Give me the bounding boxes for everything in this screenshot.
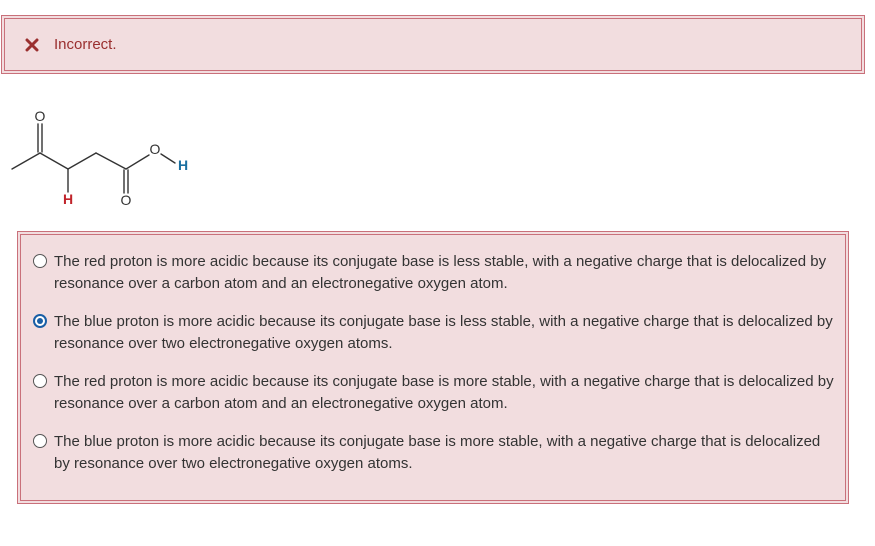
- answer-option-3[interactable]: The red proton is more acidic because it…: [33, 371, 837, 415]
- feedback-banner-inner: Incorrect.: [4, 18, 862, 71]
- answer-option-1[interactable]: The red proton is more acidic because it…: [33, 251, 837, 295]
- radio-button[interactable]: [33, 434, 47, 448]
- feedback-status-text: Incorrect.: [54, 36, 117, 53]
- answer-option-2[interactable]: The blue proton is more acidic because i…: [33, 311, 837, 355]
- blue-proton-label: H: [178, 157, 188, 173]
- radio-button[interactable]: [33, 254, 47, 268]
- answer-option-label: The blue proton is more acidic because i…: [54, 313, 833, 352]
- radio-button[interactable]: [33, 374, 47, 388]
- x-mark-icon: [24, 37, 40, 53]
- answer-option-label: The red proton is more acidic because it…: [54, 373, 834, 412]
- answer-options-inner: The red proton is more acidic because it…: [20, 234, 846, 501]
- answer-option-label: The blue proton is more acidic because i…: [54, 433, 821, 472]
- answer-option-label: The red proton is more acidic because it…: [54, 253, 827, 292]
- feedback-banner: Incorrect.: [1, 15, 865, 74]
- red-proton-label: H: [63, 191, 73, 207]
- radio-button-selected[interactable]: [33, 314, 47, 328]
- acid-carbonyl-oxygen-label: O: [121, 192, 132, 208]
- answer-options-panel: The red proton is more acidic because it…: [17, 231, 849, 504]
- hydroxyl-oxygen-label: O: [150, 141, 161, 157]
- answer-option-4[interactable]: The blue proton is more acidic because i…: [33, 431, 837, 475]
- ketone-oxygen-label: O: [35, 108, 46, 124]
- molecule-structure: O O O H H: [11, 108, 188, 208]
